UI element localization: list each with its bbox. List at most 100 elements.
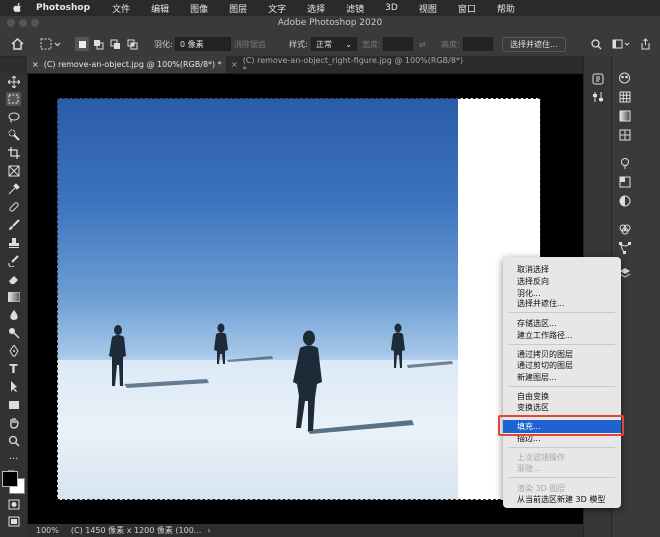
intersect-selection-icon[interactable] (127, 37, 138, 51)
rectangle-icon[interactable] (6, 398, 21, 412)
menu-item-select-and-mask[interactable]: 选择并遮住... (517, 298, 565, 309)
adjustment-panel-icon[interactable] (591, 90, 604, 103)
menu-separator (509, 386, 615, 387)
eyedropper-icon[interactable] (6, 182, 21, 196)
healing-icon[interactable] (6, 200, 21, 214)
document-info[interactable]: (C) 1450 像素 x 1200 像素 (100... (71, 525, 202, 536)
blur-icon[interactable] (6, 308, 21, 322)
status-arrow-icon[interactable]: › (207, 526, 210, 535)
adjustments-panel-icon[interactable] (618, 175, 631, 188)
zoom-icon[interactable] (6, 434, 21, 448)
workspace-icon[interactable] (612, 37, 630, 51)
swap-dimensions-icon[interactable]: ⇄ (419, 37, 426, 51)
zoom-level[interactable]: 100% (36, 526, 59, 535)
window-close-button[interactable] (7, 19, 15, 27)
home-icon[interactable] (11, 37, 24, 51)
menu-item-select-inverse[interactable]: 选择反向 (517, 276, 549, 287)
history-panel-icon[interactable] (591, 72, 604, 85)
quick-select-icon[interactable] (6, 128, 21, 142)
swatches-panel-icon[interactable] (618, 90, 631, 103)
gradients-panel-icon[interactable] (618, 109, 631, 122)
quick-mask-icon[interactable] (6, 497, 21, 511)
menu-window[interactable]: 窗口 (458, 2, 476, 15)
foreground-color-swatch[interactable] (2, 471, 18, 487)
search-icon[interactable] (591, 37, 602, 51)
menu-item-save-selection[interactable]: 存储选区... (517, 318, 557, 329)
menu-file[interactable]: 文件 (112, 2, 130, 15)
move-icon[interactable] (6, 75, 21, 89)
patterns-panel-icon[interactable] (618, 128, 631, 141)
menu-item-free-transform[interactable]: 自由变换 (517, 391, 549, 402)
more-tools-icon[interactable]: ··· (6, 452, 21, 466)
close-icon[interactable]: × (32, 60, 39, 69)
menu-edit[interactable]: 编辑 (151, 2, 169, 15)
tools-panel: T ··· (0, 73, 28, 537)
hand-icon[interactable] (6, 416, 21, 430)
path-select-icon[interactable] (6, 380, 21, 394)
pen-icon[interactable] (6, 344, 21, 358)
dodge-icon[interactable] (6, 326, 21, 340)
brush-icon[interactable] (6, 218, 21, 232)
menu-item-transform-selection[interactable]: 变换选区 (517, 402, 549, 413)
lasso-icon[interactable] (6, 110, 21, 124)
menu-type[interactable]: 文字 (268, 2, 286, 15)
eraser-icon[interactable] (6, 272, 21, 286)
menu-3d[interactable]: 3D (385, 3, 398, 13)
menu-item-deselect[interactable]: 取消选择 (517, 264, 549, 275)
libraries-panel-icon[interactable] (618, 194, 631, 207)
context-menu: 取消选择 选择反向 羽化... 选择并遮住... 存储选区... 建立工作路径.… (503, 257, 621, 508)
apple-icon[interactable] (12, 3, 22, 13)
antialias-checkbox[interactable]: 消除锯齿 (234, 37, 266, 51)
callout-highlight-box (498, 415, 624, 436)
type-icon[interactable]: T (6, 362, 21, 376)
window-zoom-button[interactable] (31, 19, 39, 27)
history-brush-icon[interactable] (6, 254, 21, 268)
menu-layer[interactable]: 图层 (229, 2, 247, 15)
menu-app-name[interactable]: Photoshop (36, 3, 90, 13)
screen-mode-icon[interactable] (6, 514, 21, 528)
style-select[interactable]: 正常 ⌄ (311, 37, 357, 51)
menu-item-new-layer[interactable]: 新建图层... (517, 372, 557, 383)
tab-label: (C) remove-an-object.jpg @ 100%(RGB/8*) … (43, 60, 222, 69)
menu-separator (509, 477, 615, 478)
tab-remove-an-object[interactable]: × (C) remove-an-object.jpg @ 100%(RGB/8*… (27, 56, 226, 73)
window-title: Adobe Photoshop 2020 (277, 18, 383, 28)
menu-help[interactable]: 帮助 (497, 2, 515, 15)
menu-item-new-3d-model-from-selection[interactable]: 从当前选区新建 3D 模型 (517, 494, 605, 505)
menu-view[interactable]: 视图 (419, 2, 437, 15)
marquee-preset-icon[interactable] (40, 37, 62, 51)
channels-panel-icon[interactable] (618, 222, 631, 235)
width-input[interactable] (383, 37, 413, 51)
select-and-mask-button[interactable]: 选择并遮住... (502, 36, 566, 52)
menu-item-layer-via-copy[interactable]: 通过拷贝的图层 (517, 349, 573, 360)
menu-separator (509, 312, 615, 313)
height-label: 高度: (441, 39, 460, 49)
status-bar: 100% (C) 1450 像素 x 1200 像素 (100... › (27, 524, 583, 537)
crop-icon[interactable] (6, 146, 21, 160)
feather-label: 羽化: (154, 39, 173, 49)
marquee-icon[interactable] (6, 92, 21, 106)
properties-panel-icon[interactable] (618, 156, 631, 169)
menu-image[interactable]: 图像 (190, 2, 208, 15)
frame-icon[interactable] (6, 164, 21, 178)
paths-panel-icon[interactable] (618, 241, 631, 254)
color-panel-icon[interactable] (618, 71, 631, 84)
menu-item-layer-via-cut[interactable]: 通过剪切的图层 (517, 360, 573, 371)
add-selection-icon[interactable] (93, 37, 104, 51)
window-minimize-button[interactable] (19, 19, 27, 27)
tab-remove-an-object-right-figure[interactable]: × (C) remove-an-object_right-figure.jpg … (227, 56, 467, 74)
menu-item-make-work-path[interactable]: 建立工作路径... (517, 330, 573, 341)
new-selection-icon[interactable] (75, 37, 89, 51)
menu-separator (509, 344, 615, 345)
menu-select[interactable]: 选择 (307, 2, 325, 15)
feather-input[interactable]: 0 像素 (175, 37, 231, 51)
mac-menu-bar: Photoshop 文件 编辑 图像 图层 文字 选择 滤镜 3D 视图 窗口 … (0, 0, 660, 16)
clone-stamp-icon[interactable] (6, 236, 21, 250)
share-icon[interactable] (640, 37, 651, 51)
close-icon[interactable]: × (231, 60, 238, 69)
height-input[interactable] (463, 37, 493, 51)
menu-filter[interactable]: 滤镜 (346, 2, 364, 15)
selection-marquee (57, 98, 541, 500)
gradient-icon[interactable] (6, 290, 21, 304)
subtract-selection-icon[interactable] (110, 37, 121, 51)
